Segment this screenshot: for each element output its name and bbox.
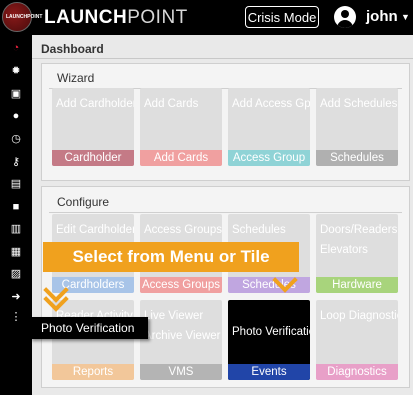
id-card-icon[interactable]: ▣ xyxy=(0,84,32,104)
door-icon[interactable]: ▤ xyxy=(0,174,32,194)
settings-icon[interactable]: ✹ xyxy=(0,61,32,81)
tile-category: Schedules xyxy=(316,150,398,166)
tile-category: Events xyxy=(228,364,310,380)
calendar-icon[interactable]: ▨ xyxy=(0,264,32,284)
instruction-banner: Select from Menu or Tile xyxy=(43,242,299,272)
report-icon[interactable]: ▦ xyxy=(0,242,32,262)
wizard-title: Wizard xyxy=(57,71,95,85)
tile-configure-r2-3[interactable]: Loop Diagnostic Diagnostics xyxy=(316,300,398,380)
tile-configure-r1-3[interactable]: Doors/Readers Elevators Hardware xyxy=(316,214,398,293)
logo[interactable]: LAUNCHPOINT xyxy=(2,2,42,32)
tile-configure-r2-0[interactable]: Reader Activity Reports xyxy=(52,300,134,380)
tile-label: Loop Diagnostic xyxy=(320,310,398,322)
tile-wizard-1[interactable]: Add Cards Add Cards xyxy=(140,88,222,166)
key-icon[interactable]: ⚷ xyxy=(0,152,32,172)
tile-category: VMS xyxy=(140,364,222,380)
logo-text: LAUNCHPOINT xyxy=(6,14,43,20)
tile-category: Diagnostics xyxy=(316,364,398,380)
document-icon[interactable]: ▥ xyxy=(0,219,32,239)
tile-category: Hardware xyxy=(316,277,398,293)
camera-icon[interactable]: ■ xyxy=(0,197,32,217)
tile-label: Doors/Readers Elevators xyxy=(320,224,398,256)
tile-category: Access Group xyxy=(228,150,310,166)
users-icon[interactable]: ● xyxy=(0,106,32,126)
tile-category: Access Groups xyxy=(140,277,222,293)
tile-wizard-3[interactable]: Add Schedules Schedules xyxy=(316,88,398,166)
divider xyxy=(49,212,402,213)
tile-label: Add Schedules xyxy=(320,98,398,110)
dashboard-icon[interactable]: ◔ xyxy=(0,38,32,58)
tile-category: Reports xyxy=(52,364,134,380)
tile-label: Access Groups xyxy=(144,224,222,236)
divider xyxy=(32,58,413,59)
tile-configure-r2-2[interactable]: Photo Verification Events xyxy=(228,300,310,380)
tile-wizard-0[interactable]: Add Cardholder Cardholder xyxy=(52,88,134,166)
tile-label: Add Access Gp xyxy=(232,98,310,110)
top-bar: LAUNCHPOINT LAUNCHPOINT Crisis Mode john… xyxy=(0,0,413,35)
tile-label: Photo Verification xyxy=(232,326,310,338)
tile-label: Add Cards xyxy=(144,98,199,110)
more-icon[interactable]: ⋮ xyxy=(0,307,32,327)
tooltip: Photo Verification xyxy=(30,317,148,339)
configure-title: Configure xyxy=(57,195,110,209)
tile-configure-r2-1[interactable]: Live Viewer Archive Viewer VMS xyxy=(140,300,222,380)
tile-label: Live Viewer Archive Viewer xyxy=(144,310,221,342)
breadcrumb: Dashboard xyxy=(41,42,104,56)
tile-category: Cardholder xyxy=(52,150,134,166)
tile-label: Schedules xyxy=(232,224,286,236)
tile-label: Add Cardholder xyxy=(56,98,134,110)
user-avatar-icon[interactable] xyxy=(334,6,356,28)
user-name[interactable]: john xyxy=(366,8,398,25)
tile-label: Edit Cardholder xyxy=(56,224,134,236)
chevron-down-icon[interactable]: ▼ xyxy=(401,12,410,22)
crisis-mode-button[interactable]: Crisis Mode xyxy=(245,6,319,28)
logout-icon[interactable]: ➜ xyxy=(0,287,32,307)
sidebar: ◔ ✹ ▣ ● ◷ ⚷ ▤ ■ ▥ ▦ ▨ ➜ ⋮ xyxy=(0,35,32,395)
tile-category: Add Cards xyxy=(140,150,222,166)
clock-icon[interactable]: ◷ xyxy=(0,129,32,149)
brand-name: LAUNCHPOINT xyxy=(44,7,188,28)
tile-wizard-2[interactable]: Add Access Gp Access Group xyxy=(228,88,310,166)
